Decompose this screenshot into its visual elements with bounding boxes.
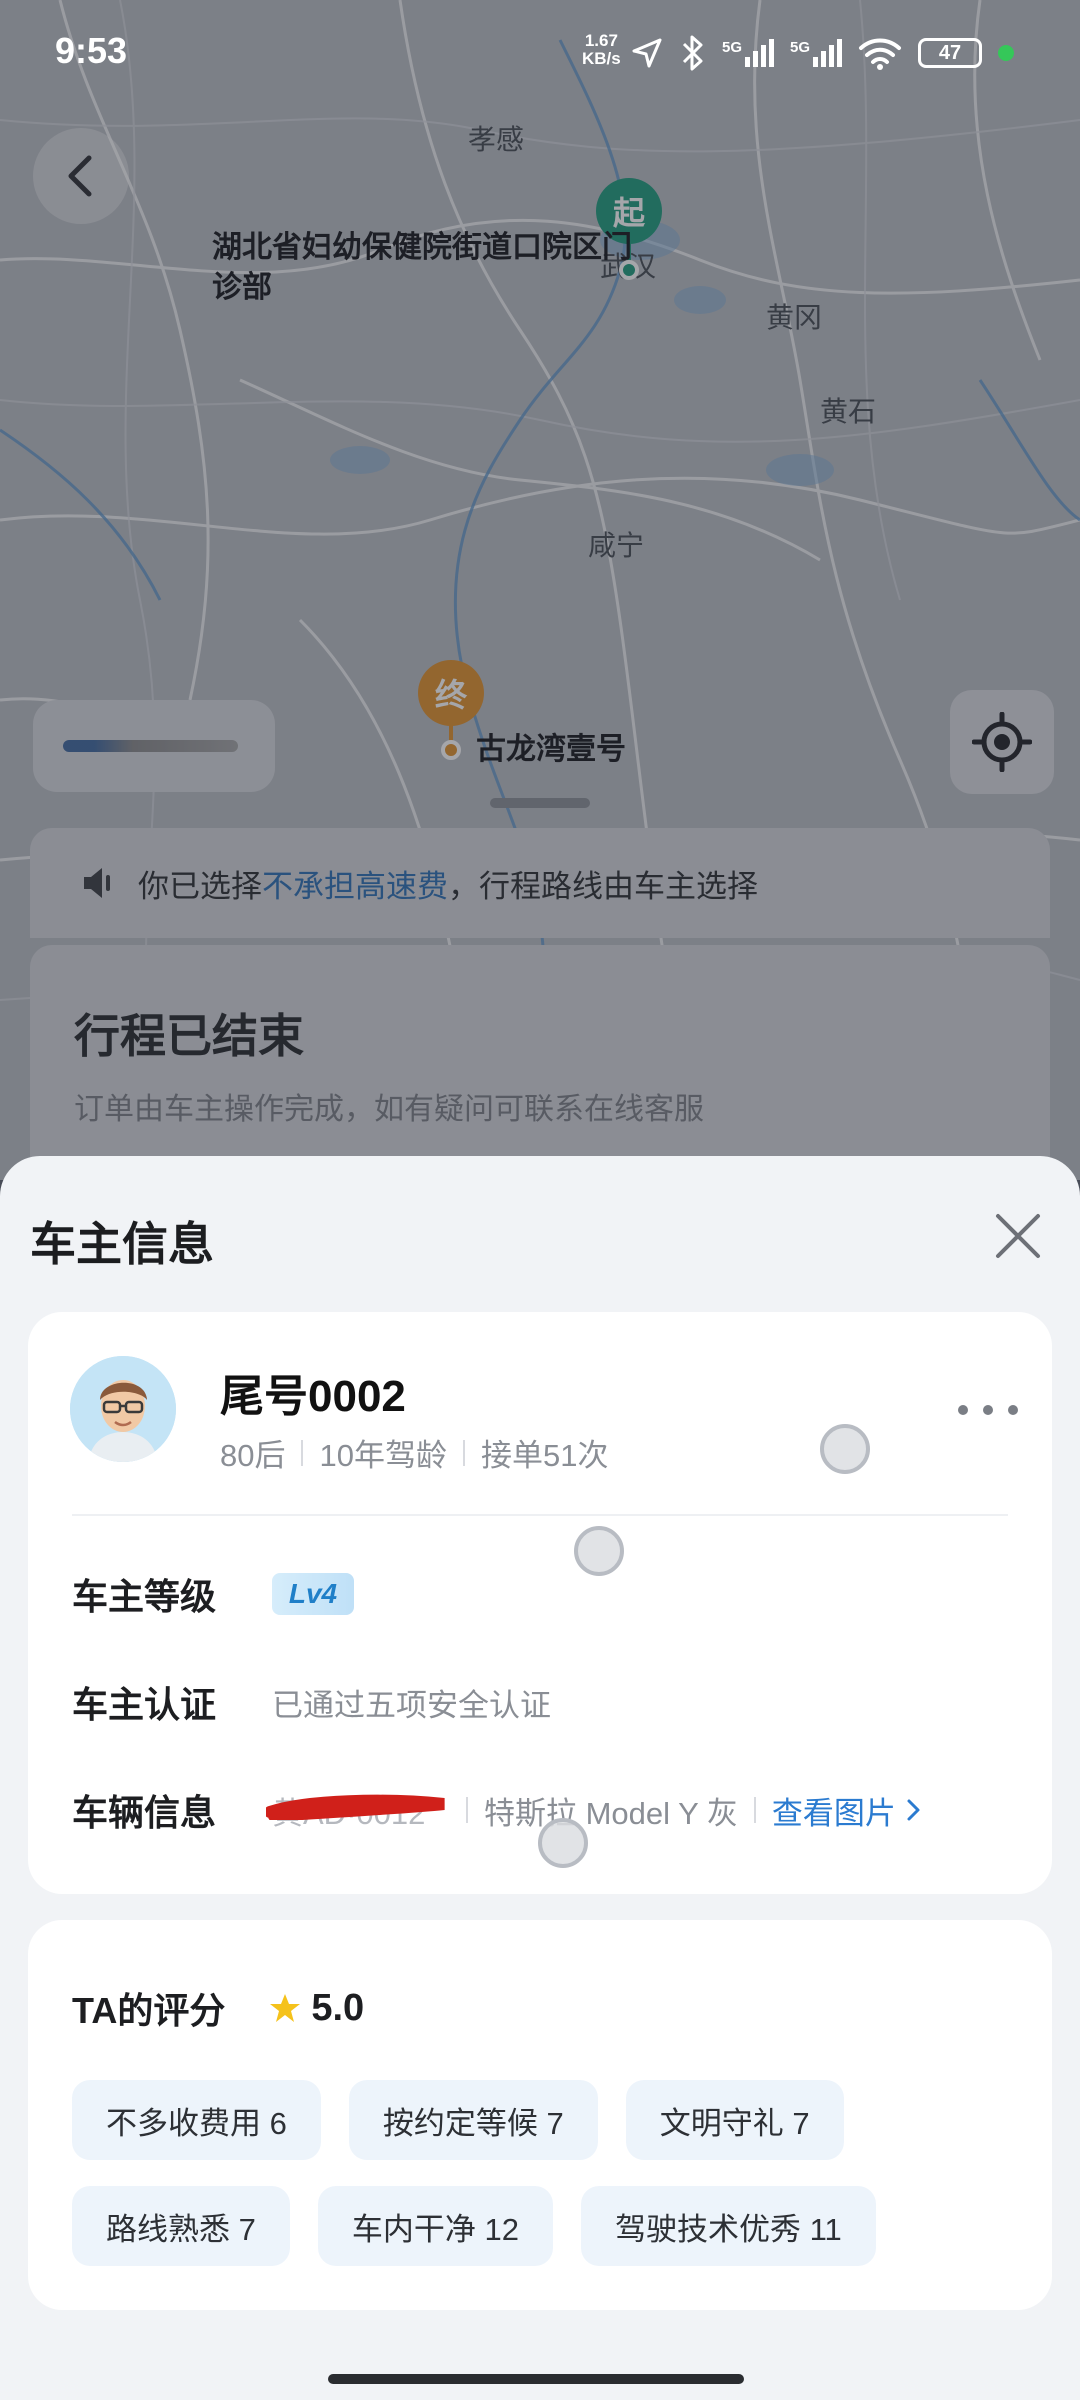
privacy-dot: [998, 45, 1015, 61]
redaction-scribble: [266, 1794, 445, 1820]
close-icon: [996, 1214, 1040, 1258]
driver-orders: 接单51次: [480, 1438, 609, 1473]
rating-tag: 路线熟悉 7: [72, 2186, 290, 2266]
home-indicator[interactable]: [328, 2374, 744, 2384]
signal-icon-1: 5G: [722, 39, 775, 67]
driver-cert-value: 已通过五项安全认证: [272, 1687, 551, 1723]
driver-level-row: 车主等级 Lv4: [72, 1564, 1022, 1624]
signal-icon-2: 5G: [790, 39, 843, 67]
rating-tag: 驾驶技术优秀 11: [580, 2186, 876, 2266]
vehicle-info-label: 车辆信息: [72, 1792, 217, 1833]
rating-score: 5.0: [311, 1986, 365, 2029]
sheet-title: 车主信息: [30, 1218, 214, 1270]
driver-experience: 10年驾龄: [319, 1438, 447, 1473]
star-icon: [270, 1994, 301, 2022]
rating-tag: 车内干净 12: [317, 2186, 553, 2266]
avatar-illustration: [70, 1356, 176, 1462]
net-speed: 1.67 KB/s: [582, 32, 621, 68]
driver-name: 尾号0002: [220, 1372, 406, 1421]
driver-level-label: 车主等级: [72, 1576, 217, 1617]
rating-tags: 不多收费用 6 按约定等候 7 文明守礼 7 路线熟悉 7 车内干净 12 驾驶…: [72, 2080, 1022, 2266]
battery-icon: 47: [918, 38, 983, 68]
status-bar: 9:53 1.67 KB/s 5G 5G 47: [0, 0, 1080, 110]
driver-cert-row: 车主认证 已通过五项安全认证: [72, 1672, 1022, 1732]
driver-card: 尾号0002 80后 10年驾龄 接单51次 车主等级 Lv4 车主认证 已通过…: [28, 1312, 1052, 1894]
status-time: 9:53: [55, 30, 128, 71]
vehicle-model: 特斯拉 Model Y 灰: [484, 1795, 738, 1831]
close-button[interactable]: [990, 1208, 1046, 1264]
license-plate: 黄AD·0012: [266, 1788, 450, 1833]
driver-info-sheet: 车主信息 尾号0002 80后 10年驾龄 接单51次 车主等级 Lv4 车主认…: [0, 1156, 1080, 2400]
driver-cert-label: 车主认证: [72, 1684, 217, 1725]
more-options-button[interactable]: [958, 1400, 1018, 1420]
wifi-icon: [859, 38, 902, 70]
rating-tag: 按约定等候 7: [348, 2080, 598, 2160]
avatar: [70, 1356, 176, 1462]
driver-meta: 80后 10年驾龄 接单51次: [220, 1430, 608, 1475]
rating-tag: 不多收费用 6: [72, 2080, 321, 2160]
touch-indicator: [820, 1424, 870, 1474]
driver-age: 80后: [220, 1438, 286, 1473]
touch-indicator: [538, 1818, 588, 1868]
bluetooth-icon: [682, 35, 703, 71]
level-badge: Lv4: [272, 1573, 354, 1615]
rating-header: TA的评分 5.0: [72, 1982, 364, 2034]
net-speed-value: 1.67: [584, 31, 618, 50]
rating-card: TA的评分 5.0 不多收费用 6 按约定等候 7 文明守礼 7 路线熟悉 7 …: [28, 1920, 1052, 2310]
chevron-right-icon: [907, 1799, 920, 1821]
net-speed-unit: KB/s: [582, 49, 621, 68]
rating-tag: 文明守礼 7: [625, 2080, 844, 2160]
divider: [72, 1514, 1008, 1516]
location-arrow-icon: [632, 38, 662, 68]
view-photos-link[interactable]: 查看图片: [772, 1788, 924, 1833]
touch-indicator: [574, 1526, 624, 1576]
rating-title: TA的评分: [72, 1990, 226, 2031]
signal-1-label: 5G: [722, 39, 743, 56]
view-photos-text: 查看图片: [771, 1795, 896, 1831]
signal-2-label: 5G: [790, 39, 811, 56]
battery-level: 47: [938, 41, 962, 64]
status-icons: 5G 5G 47: [630, 28, 1015, 78]
